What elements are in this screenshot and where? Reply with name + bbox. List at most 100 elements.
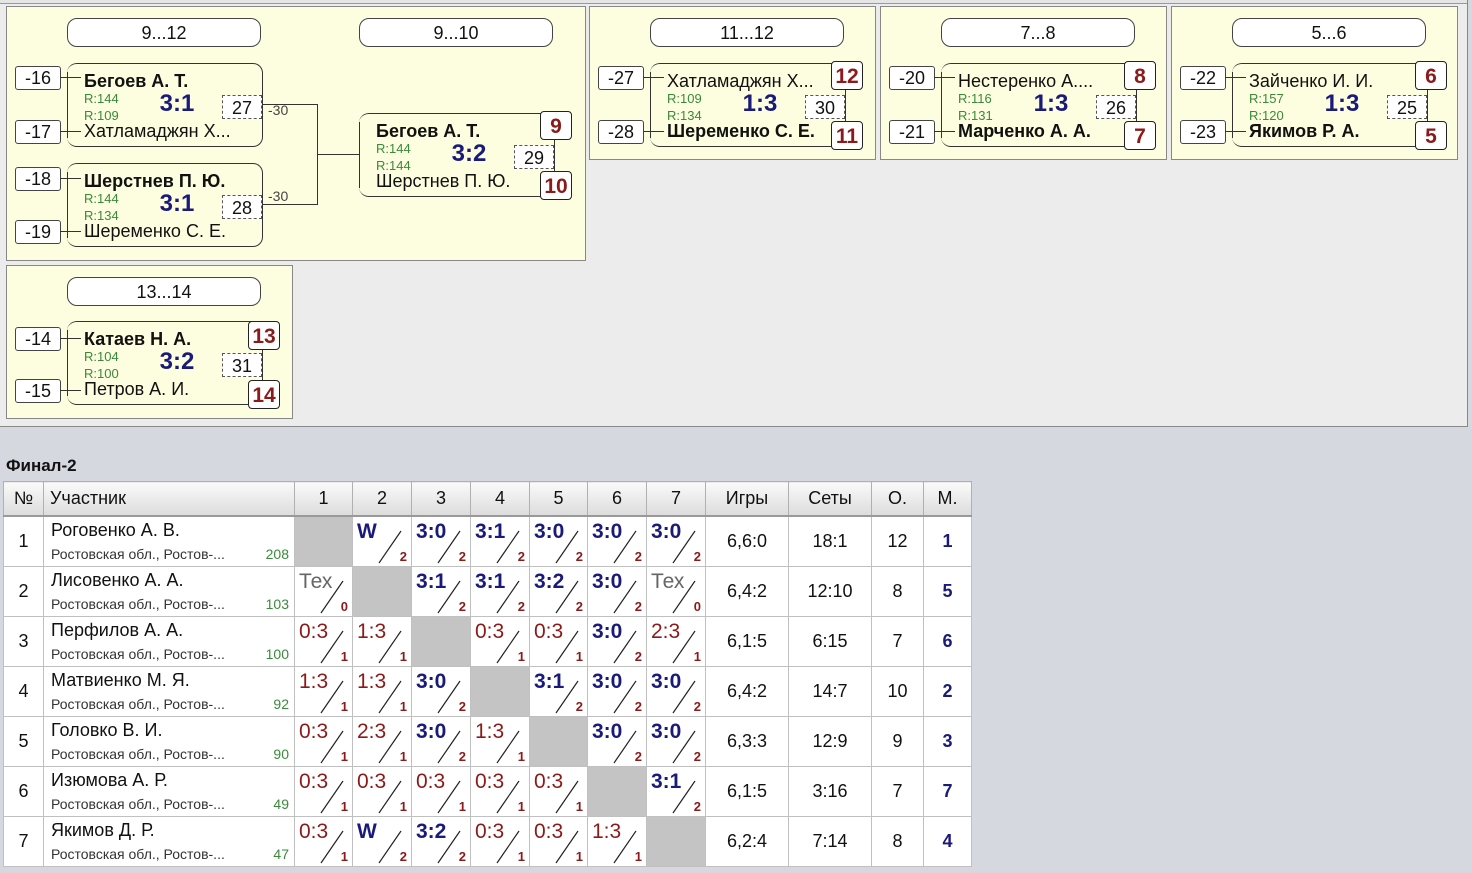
column-header[interactable]: 5 [529,481,588,517]
result-cell[interactable]: 3:0 2 [411,515,471,567]
result-cell[interactable]: 1:3 1 [352,616,412,667]
participant-cell[interactable]: Головко В. И. Ростовская обл., Ростов-...… [43,716,295,767]
participant-cell[interactable]: Матвиенко М. Я. Ростовская обл., Ростов-.… [43,666,295,717]
result-cell[interactable]: 3:0 2 [529,515,588,567]
match-box[interactable]: Катаев Н. А. Петров А. И. R:104 R:100 3:… [67,321,263,405]
result-cell[interactable]: 3:0 2 [587,716,647,767]
match-points: 2 [458,549,466,564]
result-cell[interactable]: 0:3 1 [470,616,530,667]
column-header[interactable]: 4 [470,481,530,517]
result-cell[interactable]: 1:3 1 [294,666,353,717]
player-name: Шеременко С. Е. [84,221,226,241]
table-row[interactable]: 1 Роговенко А. В. Ростовская обл., Ростов-… [3,515,972,567]
result-cell[interactable]: 3:1 2 [529,666,588,717]
player-name: Бегоев А. Т. [376,121,481,141]
result-cell[interactable]: 0:3 1 [470,816,530,867]
table-row[interactable]: 4 Матвиенко М. Я. Ростовская обл., Ростов-… [3,666,972,717]
result-cell[interactable]: 3:2 2 [411,816,471,867]
column-header[interactable]: 1 [294,481,353,517]
column-header[interactable]: О. [871,481,924,517]
result-cell[interactable]: 0:3 1 [294,766,353,817]
sets-cell: 3:16 [788,766,872,817]
result-cell[interactable]: 3:0 2 [646,515,706,567]
column-header[interactable]: 3 [411,481,471,517]
result-cell[interactable]: 0:3 1 [529,616,588,667]
result-cell[interactable]: 3:0 2 [587,616,647,667]
table-row[interactable]: 5 Головко В. И. Ростовская обл., Ростов-..… [3,716,972,767]
participant-cell[interactable]: Изюмова А. Р. Ростовская обл., Ростов-...… [43,766,295,817]
result-cell[interactable]: 0:3 1 [294,816,353,867]
participant-region: Ростовская обл., Ростов-... [51,746,225,762]
result-cell[interactable]: 3:0 2 [411,716,471,767]
match-number: 26 [1096,95,1136,119]
result-cell[interactable]: 1:3 1 [470,716,530,767]
place-badge: 14 [248,380,280,409]
place-cell: 1 [923,515,972,567]
match-points: 2 [458,699,466,714]
column-header[interactable]: 6 [587,481,647,517]
result-cell[interactable]: 3:0 2 [587,666,647,717]
column-header[interactable]: 7 [646,481,706,517]
ref-box: -17 [15,120,61,144]
participant-cell[interactable]: Лисовенко А. А. Ростовская обл., Ростов-.… [43,566,295,617]
match-box[interactable]: Зайченко И. И. Якимов Р. А. R:157 R:120 … [1232,63,1428,147]
result-cell[interactable]: 0:3 1 [294,616,353,667]
match-box[interactable]: Шерстнев П. Ю. Шеременко С. Е. R:144 R:1… [67,163,263,247]
result-cell[interactable]: 2:3 1 [646,616,706,667]
match-box[interactable]: Бегоев А. Т. Шерстнев П. Ю. R:144 R:144 … [359,113,555,197]
result-cell[interactable]: 3:0 2 [587,566,647,617]
games-cell: 6,6:0 [705,515,789,567]
table-row[interactable]: 6 Изюмова А. Р. Ростовская обл., Ростов-..… [3,766,972,817]
match-points: 1 [340,849,348,864]
column-header[interactable]: Участник [43,481,295,517]
result-cell[interactable]: Тех 0 [646,566,706,617]
column-header[interactable]: № [3,481,44,517]
panel-11-12: 11...12 -27 -28 Хатламаджян Х... Шеремен… [589,6,876,160]
table-row[interactable]: 7 Якимов Д. Р. Ростовская обл., Ростов-...… [3,816,972,867]
participant-rating: 100 [265,646,289,662]
result-cell[interactable]: 1:3 1 [352,666,412,717]
result-cell[interactable]: 0:3 1 [294,716,353,767]
result-cell[interactable]: W2 [352,515,412,567]
match-points: 1 [399,699,407,714]
result-cell[interactable]: 3:0 2 [646,716,706,767]
column-header[interactable]: Игры [705,481,789,517]
table-row[interactable]: 3 Перфилов А. А. Ростовская обл., Ростов-.… [3,616,972,667]
result-cell[interactable]: 3:2 2 [529,566,588,617]
diagonal-cell [646,816,706,867]
match-score: 3:2 [451,140,487,167]
match-points: 1 [399,749,407,764]
match-points: 2 [693,549,701,564]
result-cell[interactable]: 3:1 2 [411,566,471,617]
result-cell[interactable]: 2:3 1 [352,716,412,767]
match-box[interactable]: Хатламаджян Х... Шеременко С. Е. R:109 R… [650,63,846,147]
participant-cell[interactable]: Якимов Д. Р. Ростовская обл., Ростов-... 4… [43,816,295,867]
result-cell[interactable]: 3:0 2 [587,515,647,567]
participant-cell[interactable]: Роговенко А. В. Ростовская обл., Ростов-.… [43,515,295,567]
row-number: 4 [3,666,44,717]
result-cell[interactable]: 3:1 2 [646,766,706,817]
match-number: 31 [222,353,262,377]
result-cell[interactable]: 0:3 1 [352,766,412,817]
column-header[interactable]: М. [923,481,972,517]
pill-13-14: 13...14 [67,277,261,306]
result-cell[interactable]: 1:3 1 [587,816,647,867]
result-cell[interactable]: 0:3 1 [470,766,530,817]
result-cell[interactable]: Тех 0 [294,566,353,617]
result-cell[interactable]: 0:3 1 [411,766,471,817]
result-cell[interactable]: 3:1 2 [470,566,530,617]
result-cell[interactable]: 0:3 1 [529,766,588,817]
result-cell[interactable]: 3:1 2 [470,515,530,567]
result-cell[interactable]: 3:0 2 [411,666,471,717]
match-box[interactable]: Бегоев А. Т. Хатламаджян Х... R:144 R:10… [67,63,263,147]
column-header[interactable]: 2 [352,481,412,517]
column-header[interactable]: Сеты [788,481,872,517]
participant-cell[interactable]: Перфилов А. А. Ростовская обл., Ростов-..… [43,616,295,667]
table-row[interactable]: 2 Лисовенко А. А. Ростовская обл., Ростов-… [3,566,972,617]
result-cell[interactable]: 3:0 2 [646,666,706,717]
result-cell[interactable]: W2 [352,816,412,867]
match-points: 1 [458,799,466,814]
participant-region: Ростовская обл., Ростов-... [51,696,225,712]
result-cell[interactable]: 0:3 1 [529,816,588,867]
match-box[interactable]: Нестеренко А.... Марченко А. А. R:116 R:… [941,63,1137,147]
